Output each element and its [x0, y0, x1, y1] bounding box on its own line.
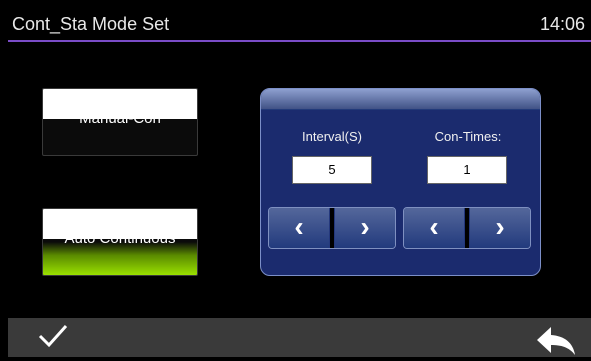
interval-decrease-button[interactable]: ‹ [269, 208, 329, 248]
con-times-stepper: ‹ › [403, 207, 531, 249]
con-times-increase-button[interactable]: › [470, 208, 530, 248]
checkmark-icon[interactable] [36, 318, 70, 361]
interval-label: Interval(S) [302, 129, 362, 144]
screen-frame: Cont_Sta Mode Set 14:06 Manual-Con Auto … [0, 0, 591, 357]
con-times-label: Con-Times: [434, 129, 502, 144]
checkmark-icon-svg [38, 324, 68, 348]
interval-stepper: ‹ › [268, 207, 396, 249]
con-times-value-field[interactable]: 1 [427, 156, 507, 184]
settings-panel: Interval(S) Con-Times: 5 1 ‹ › ‹ › [260, 88, 541, 276]
stepper-divider [330, 208, 334, 248]
title-bar: Cont_Sta Mode Set 14:06 [8, 10, 591, 42]
bottom-bar [8, 318, 591, 357]
back-arrow-icon-svg [537, 327, 575, 355]
page-title: Cont_Sta Mode Set [12, 14, 170, 34]
auto-continuous-button[interactable]: Auto Continuous [42, 208, 198, 276]
manual-con-label: Manual-Con [79, 110, 161, 127]
interval-increase-button[interactable]: › [335, 208, 395, 248]
clock: 14:06 [539, 14, 585, 34]
panel-header [261, 89, 540, 110]
interval-value-field[interactable]: 5 [292, 156, 372, 184]
auto-continuous-label: Auto Continuous [64, 230, 176, 247]
back-arrow-icon[interactable] [533, 322, 577, 361]
con-times-decrease-button[interactable]: ‹ [404, 208, 464, 248]
stepper-divider [465, 208, 469, 248]
manual-con-button[interactable]: Manual-Con [42, 88, 198, 156]
